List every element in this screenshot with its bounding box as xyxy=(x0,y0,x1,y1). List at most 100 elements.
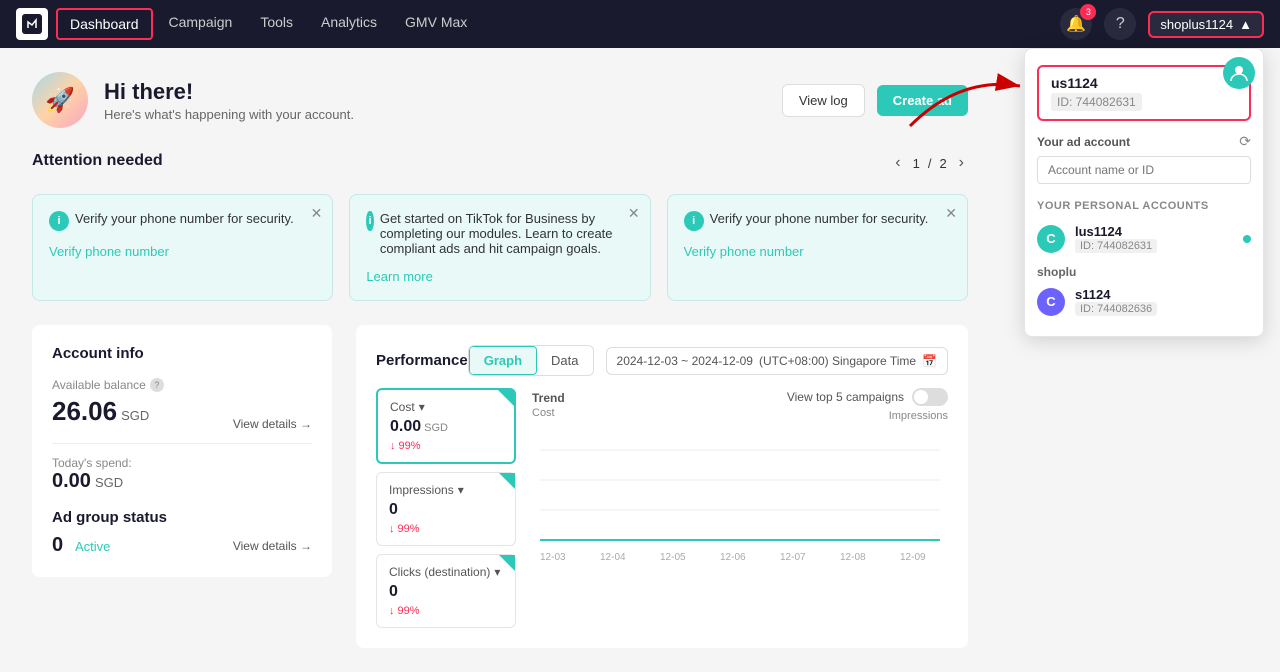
metric-card-clicks[interactable]: Clicks (destination) ▾ 0 ↓ 99% xyxy=(376,554,516,628)
attention-card-0: ✕ i Verify your phone number for securit… xyxy=(32,194,333,301)
header-illustration: 🚀 xyxy=(32,72,88,128)
svg-text:12-06: 12-06 xyxy=(720,552,746,563)
tab-data[interactable]: Data xyxy=(537,346,592,375)
pagination-separator: / xyxy=(928,156,932,171)
two-col-layout: Account info Available balance ? 26.06 S… xyxy=(32,325,968,648)
main-content: 🚀 Hi there! Here's what's happening with… xyxy=(0,48,1000,672)
account-info-1: s1124 ID: 744082636 xyxy=(1075,287,1157,316)
performance-title: Performance xyxy=(376,352,468,369)
attention-card-2-text: i Verify your phone number for security. xyxy=(684,211,951,231)
impressions-chart-label: Impressions xyxy=(889,410,948,422)
nav-item-campaign[interactable]: Campaign xyxy=(157,8,245,40)
left-column: Account info Available balance ? 26.06 S… xyxy=(32,325,332,648)
nav-item-dashboard[interactable]: Dashboard xyxy=(56,8,153,40)
selected-corner-clicks xyxy=(499,555,515,571)
spend-amount: 0.00 xyxy=(52,470,91,493)
attention-card-0-close[interactable]: ✕ xyxy=(311,205,323,222)
clicks-value: 0 xyxy=(389,583,503,601)
balance-info: Available balance ? 26.06 SGD xyxy=(52,378,164,431)
attention-card-2-close[interactable]: ✕ xyxy=(945,205,957,222)
pagination-prev-button[interactable]: ‹ xyxy=(891,154,904,172)
notifications-badge: 3 xyxy=(1080,4,1096,20)
svg-text:12-04: 12-04 xyxy=(600,552,626,563)
account-switcher-button[interactable]: shoplus1124 ▲ xyxy=(1148,11,1264,38)
your-ad-account-label: Your ad account xyxy=(1037,135,1130,149)
right-column: Performance Graph Data 2024-12-03 ~ 2024… xyxy=(356,325,968,648)
trend-section: Trend Cost xyxy=(532,391,565,419)
view-log-button[interactable]: View log xyxy=(782,84,865,117)
ad-group-count-status: 0 Active xyxy=(52,534,110,557)
ad-group-title: Ad group status xyxy=(52,509,312,526)
dropdown-current-name: us1124 xyxy=(1051,75,1237,91)
create-ad-button[interactable]: Create ad xyxy=(877,85,968,116)
balance-info-icon: ? xyxy=(150,378,164,392)
attention-section-title: Attention needed xyxy=(32,152,163,170)
svg-text:12-05: 12-05 xyxy=(660,552,686,563)
profile-icon xyxy=(1223,57,1255,89)
info-icon-1: i xyxy=(366,211,374,231)
refresh-button[interactable]: ⟳ xyxy=(1239,133,1251,150)
pagination-next-button[interactable]: › xyxy=(955,154,968,172)
svg-text:12-03: 12-03 xyxy=(540,552,566,563)
ad-group-view-details-link[interactable]: View details → xyxy=(233,539,312,553)
account-info-title: Account info xyxy=(52,345,312,362)
performance-tab-group: Graph Data xyxy=(468,345,594,376)
help-button[interactable]: ? xyxy=(1104,8,1136,40)
header-actions: View log Create ad xyxy=(782,84,968,117)
svg-text:12-09: 12-09 xyxy=(900,552,926,563)
metric-card-impressions[interactable]: Impressions ▾ 0 ↓ 99% xyxy=(376,472,516,546)
attention-card-1-close[interactable]: ✕ xyxy=(628,205,640,222)
nav-item-tools[interactable]: Tools xyxy=(248,8,305,40)
header-text: Hi there! Here's what's happening with y… xyxy=(104,79,354,122)
dropdown-current-id: ID: 744082631 xyxy=(1051,93,1142,111)
cost-chevron-icon: ▾ xyxy=(419,400,425,414)
spend-row: Today's spend: 0.00 SGD xyxy=(52,456,312,493)
attention-card-1-text: i Get started on TikTok for Business by … xyxy=(366,211,633,256)
attention-card-1-link[interactable]: Learn more xyxy=(366,269,432,284)
view-top5-toggle[interactable] xyxy=(912,388,948,406)
nav-right: 🔔 3 ? shoplus1124 ▲ xyxy=(1060,8,1264,40)
balance-amount: 26.06 xyxy=(52,396,117,427)
chevron-up-icon: ▲ xyxy=(1239,17,1252,32)
nav-item-analytics[interactable]: Analytics xyxy=(309,8,389,40)
ad-group-status-section: Ad group status 0 Active View details → xyxy=(52,509,312,557)
info-icon-0: i xyxy=(49,211,69,231)
cost-value-row: 0.00 SGD xyxy=(390,414,502,436)
account-name-0: lus1124 xyxy=(1075,224,1157,239)
app-logo xyxy=(16,8,48,40)
account-info-0: lus1124 ID: 744082631 xyxy=(1075,224,1157,253)
attention-card-2-link[interactable]: Verify phone number xyxy=(684,244,804,259)
clicks-change: ↓ 99% xyxy=(389,605,503,617)
dropdown-account-item-0[interactable]: C lus1124 ID: 744082631 xyxy=(1025,216,1263,261)
chart-right-controls: View top 5 campaigns Impressions xyxy=(787,388,948,422)
notifications-button[interactable]: 🔔 3 xyxy=(1060,8,1092,40)
view-top5-row: View top 5 campaigns xyxy=(787,388,948,406)
impressions-change: ↓ 99% xyxy=(389,523,503,535)
account-dropdown-popup: us1124 ID: 744082631 Your ad account ⟳ Y… xyxy=(1024,48,1264,337)
timezone-text: (UTC+08:00) Singapore Time xyxy=(759,354,916,368)
metric-card-cost[interactable]: Cost ▾ 0.00 SGD ↓ 99% xyxy=(376,388,516,464)
nav-items: Dashboard Campaign Tools Analytics GMV M… xyxy=(56,8,1060,40)
attention-cards: ✕ i Verify your phone number for securit… xyxy=(32,194,968,301)
account-search-input[interactable] xyxy=(1037,156,1251,184)
account-info-section: Account info Available balance ? 26.06 S… xyxy=(32,325,332,577)
date-range-picker[interactable]: 2024-12-03 ~ 2024-12-09 (UTC+08:00) Sing… xyxy=(606,347,948,375)
account-avatar-0: C xyxy=(1037,225,1065,253)
page-header: 🚀 Hi there! Here's what's happening with… xyxy=(32,72,968,128)
trend-title: Trend xyxy=(532,391,565,405)
spend-label: Today's spend: xyxy=(52,456,312,470)
tab-graph[interactable]: Graph xyxy=(469,346,537,375)
attention-card-0-link[interactable]: Verify phone number xyxy=(49,244,169,259)
info-icon-2: i xyxy=(684,211,704,231)
account-id-1: ID: 744082636 xyxy=(1075,302,1157,316)
attention-section-header: Attention needed ‹ 1 / 2 › xyxy=(32,152,968,182)
nav-item-gmvmax[interactable]: GMV Max xyxy=(393,8,479,40)
performance-section: Performance Graph Data 2024-12-03 ~ 2024… xyxy=(356,325,968,648)
balance-view-details-link[interactable]: View details → xyxy=(233,417,312,431)
impressions-value: 0 xyxy=(389,501,503,519)
dropdown-account-item-1[interactable]: C s1124 ID: 744082636 xyxy=(1025,279,1263,324)
performance-controls: Graph Data 2024-12-03 ~ 2024-12-09 (UTC+… xyxy=(468,345,948,376)
balance-label: Available balance ? xyxy=(52,378,164,392)
selected-indicator-0 xyxy=(1243,235,1251,243)
impressions-chevron-icon: ▾ xyxy=(458,483,464,497)
